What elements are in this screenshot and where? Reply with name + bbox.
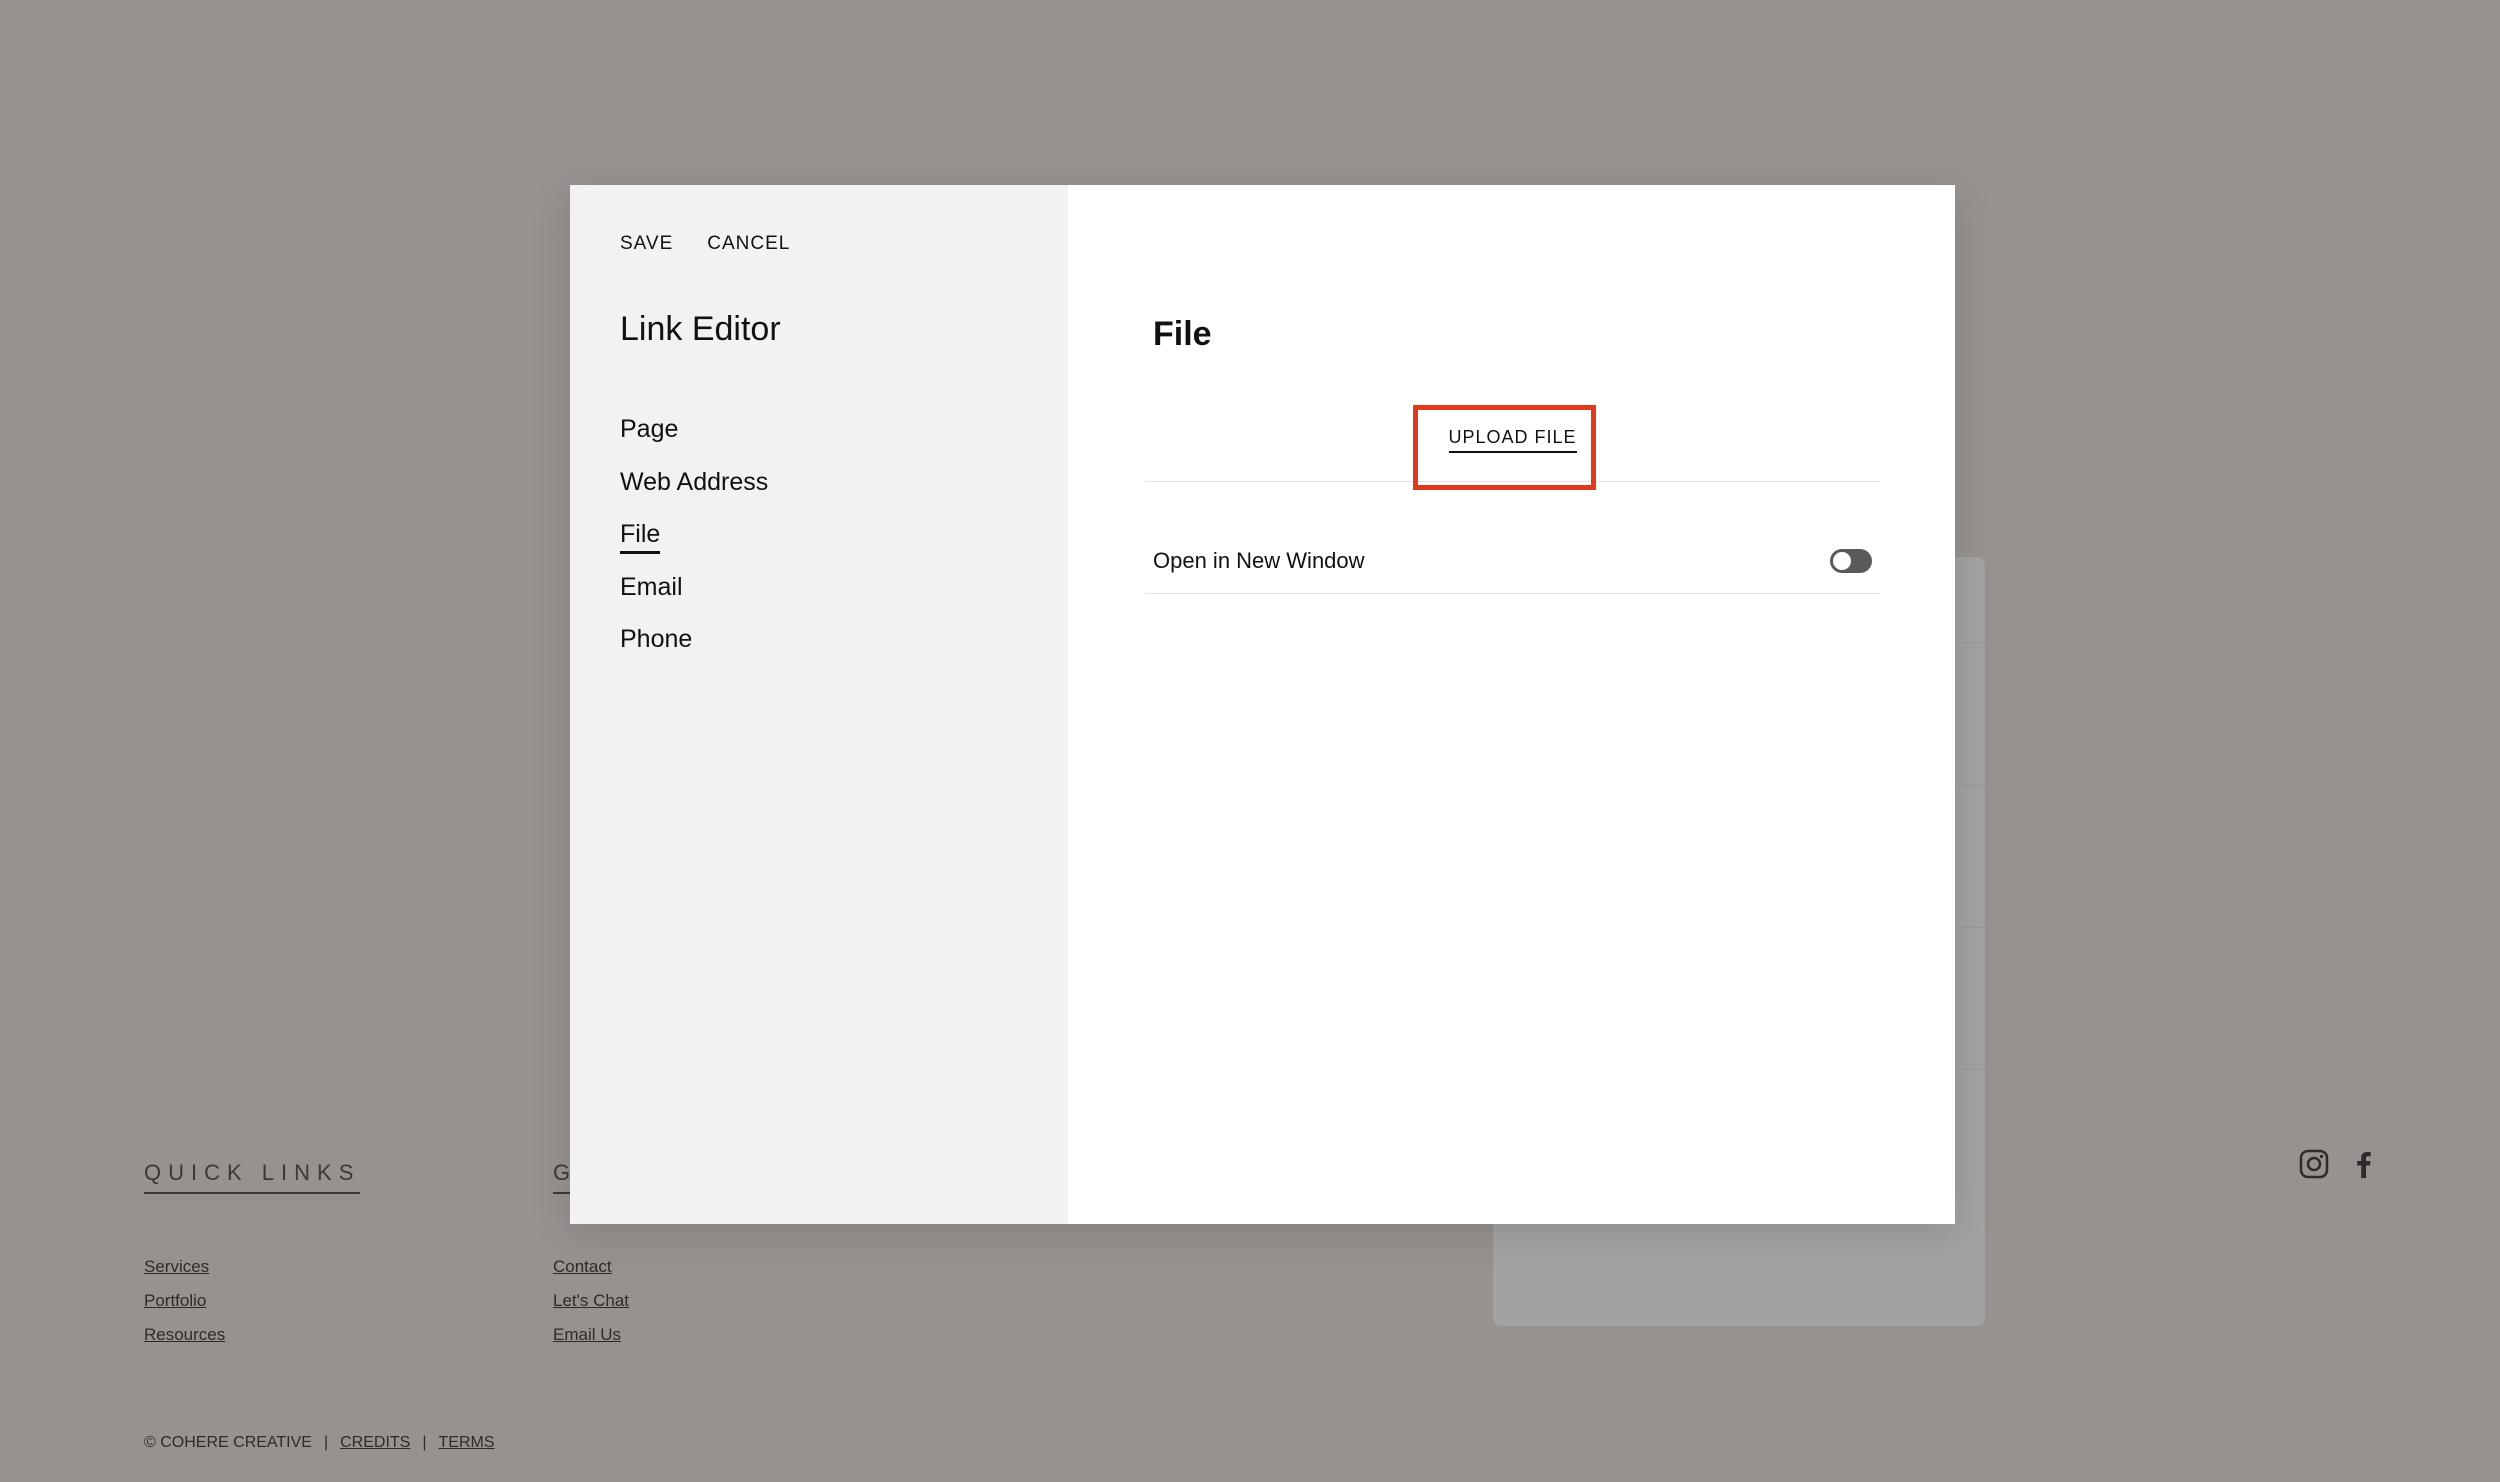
link-editor-title: Link Editor — [620, 310, 781, 348]
footer-link-contact[interactable]: Contact — [553, 1250, 629, 1284]
legal-separator: | — [422, 1434, 427, 1451]
link-type-nav: Page Web Address File Email Phone — [620, 403, 768, 666]
modal-actions: SAVE CANCEL — [620, 233, 790, 255]
nav-item-email[interactable]: Email — [620, 561, 768, 614]
toggle-knob — [1833, 552, 1851, 570]
save-button[interactable]: SAVE — [620, 233, 673, 255]
copyright-text: © COHERE CREATIVE — [144, 1434, 312, 1451]
open-new-window-toggle[interactable] — [1830, 549, 1872, 573]
nav-item-phone[interactable]: Phone — [620, 613, 768, 666]
footer-link-lets-chat[interactable]: Let's Chat — [553, 1284, 629, 1318]
nav-item-web-address[interactable]: Web Address — [620, 456, 768, 509]
cancel-button[interactable]: CANCEL — [707, 233, 790, 255]
footer-legal: © COHERE CREATIVE | CREDITS | TERMS — [144, 1434, 495, 1452]
credits-link[interactable]: CREDITS — [340, 1434, 410, 1452]
upload-file-button[interactable]: UPLOAD FILE — [1448, 427, 1577, 453]
link-editor-content: File UPLOAD FILE Open in New Window — [1068, 185, 1955, 1224]
nav-item-label: Phone — [620, 625, 693, 653]
footer-link-resources[interactable]: Resources — [144, 1318, 360, 1352]
link-editor-sidebar: SAVE CANCEL Link Editor Page Web Address… — [570, 185, 1068, 1224]
footer-link-portfolio[interactable]: Portfolio — [144, 1284, 360, 1318]
upload-file-label: UPLOAD FILE — [1448, 427, 1577, 453]
footer-link-services[interactable]: Services — [144, 1250, 360, 1284]
nav-item-label: File — [620, 520, 661, 554]
nav-item-label: Email — [620, 572, 683, 601]
terms-link[interactable]: TERMS — [439, 1434, 495, 1452]
footer-heading-quick-links: QUICK LINKS — [144, 1160, 361, 1194]
panel-title: File — [1153, 315, 1212, 353]
nav-item-page[interactable]: Page — [620, 403, 768, 456]
nav-item-file[interactable]: File — [620, 508, 768, 561]
legal-separator: | — [323, 1434, 329, 1451]
link-editor-modal: SAVE CANCEL Link Editor Page Web Address… — [570, 185, 1955, 1224]
social-icons — [2298, 1148, 2380, 1185]
facebook-icon[interactable] — [2348, 1148, 2380, 1185]
footer-quick-links: QUICK LINKS Services Portfolio Resources — [144, 1160, 361, 1352]
instagram-icon[interactable] — [2298, 1148, 2330, 1185]
footer-link-email-us[interactable]: Email Us — [553, 1318, 629, 1352]
nav-item-label: Web Address — [620, 467, 769, 496]
upload-row: UPLOAD FILE — [1145, 411, 1880, 482]
nav-item-label: Page — [620, 415, 679, 443]
open-new-window-label: Open in New Window — [1153, 548, 1365, 573]
open-new-window-row: Open in New Window — [1145, 529, 1880, 594]
